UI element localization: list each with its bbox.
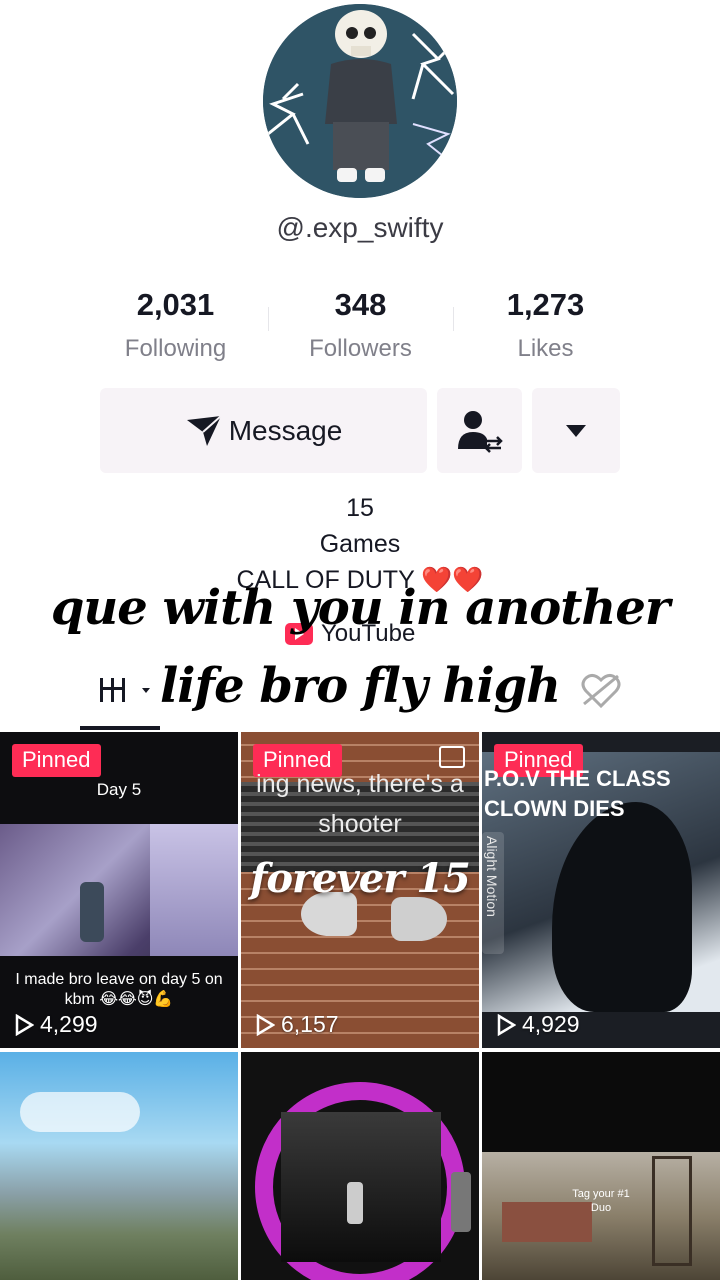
video-caption: Day 5	[96, 780, 142, 799]
stat-value: 2,031	[136, 287, 215, 322]
video-caption: Tag your #1	[572, 1188, 630, 1200]
grid-tab-icon	[100, 678, 150, 702]
view-count-value: 4,929	[522, 1011, 580, 1037]
stat-value: 1,273	[506, 287, 585, 322]
hidden-heart-icon	[581, 673, 621, 709]
caret-down-icon	[566, 424, 586, 437]
video-caption: P.O.V THE CLASS	[484, 766, 671, 791]
stat-label: Followers	[309, 335, 412, 362]
overlay-caption-line3: forever 15	[250, 855, 471, 902]
video-thumbnail[interactable]	[241, 1052, 479, 1280]
view-count: 6,157	[255, 1011, 339, 1038]
send-icon	[186, 414, 222, 446]
more-options-button[interactable]	[532, 388, 620, 473]
stat-likes[interactable]: 1,273 Likes	[453, 285, 638, 365]
view-count: 4,299	[14, 1011, 98, 1038]
stat-following[interactable]: 2,031 Following	[83, 285, 268, 365]
play-icon	[497, 1013, 516, 1036]
message-button-label: Message	[228, 414, 343, 446]
bio-line: Games	[319, 530, 401, 558]
profile-avatar[interactable]	[263, 4, 457, 198]
stat-followers[interactable]: 348 Followers	[268, 285, 453, 365]
avatar-image	[263, 4, 457, 198]
bio-line: 15	[346, 494, 374, 522]
stat-value: 348	[334, 287, 387, 322]
play-icon	[256, 1013, 275, 1036]
active-tab-indicator	[80, 726, 160, 730]
follow-user-button[interactable]	[437, 388, 522, 473]
video-caption: shooter	[318, 810, 402, 838]
message-button[interactable]: Message	[100, 388, 427, 473]
video-caption: CLOWN DIES	[484, 796, 625, 821]
photo-icon	[439, 746, 465, 768]
stat-label: Following	[124, 335, 227, 362]
overlay-caption-line1: que with you in another	[50, 580, 670, 636]
view-count-value: 6,157	[281, 1011, 339, 1037]
view-count-value: 4,299	[40, 1011, 98, 1037]
profile-stats: 2,031 Following 348 Followers 1,273 Like…	[83, 285, 638, 365]
play-icon	[15, 1013, 34, 1036]
video-caption: I made bro leave on day 5 on kbm 😂😂😈💪	[15, 971, 223, 1008]
stat-label: Likes	[517, 335, 574, 362]
profile-username: @.exp_swifty	[276, 212, 444, 243]
user-swap-icon	[457, 410, 503, 453]
video-caption: Duo	[590, 1202, 612, 1214]
view-count: 4,929	[496, 1011, 580, 1038]
video-thumbnail[interactable]: Tag your #1 Duo	[482, 1052, 720, 1280]
liked-tab[interactable]	[580, 672, 622, 715]
video-grid: Pinned Day 5 I made bro leave on day 5 o…	[0, 732, 720, 1280]
pinned-badge: Pinned	[12, 744, 101, 777]
video-caption: ing news, there's a	[256, 770, 464, 798]
videos-tab[interactable]	[98, 675, 156, 710]
video-thumbnail[interactable]	[0, 1052, 238, 1280]
